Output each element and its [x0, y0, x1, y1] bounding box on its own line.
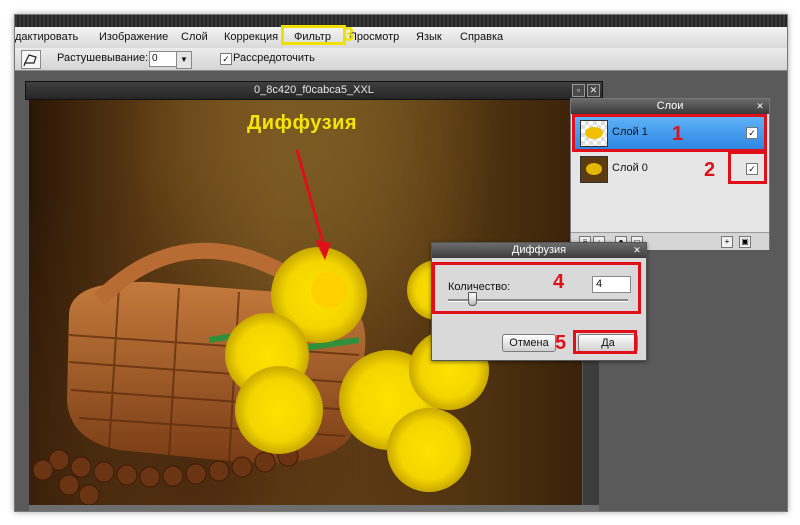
- filter-name-caption: Диффузия: [247, 112, 358, 134]
- menu-adjustments[interactable]: Коррекция: [224, 27, 278, 48]
- step-5-label: 5: [555, 332, 567, 354]
- menu-layer[interactable]: Слой: [181, 27, 208, 48]
- step-4-label: 4: [553, 271, 565, 293]
- menu-bar: дактировать Изображение Слой Коррекция Ф…: [15, 27, 787, 49]
- layer-name: Слой 0: [612, 162, 648, 174]
- layers-title-text: Слои: [656, 100, 684, 112]
- feather-dropdown-button[interactable]: ▼: [176, 51, 192, 69]
- chevron-down-icon: ▼: [180, 55, 188, 64]
- new-layer-icon[interactable]: +: [721, 236, 733, 248]
- document-title: 0_8c420_f0cabca5_XXL: [254, 84, 374, 96]
- trash-icon[interactable]: ▣: [739, 236, 751, 248]
- bead-string: [32, 445, 299, 505]
- document-title-bar: 0_8c420_f0cabca5_XXL ▫ ✕: [25, 81, 603, 100]
- lasso-tool-icon[interactable]: [21, 50, 41, 69]
- layers-panel-title: Слои ✕: [571, 99, 769, 114]
- cancel-button[interactable]: Отмена: [502, 334, 556, 352]
- dialog-title-bar: Диффузия ✕: [432, 243, 646, 258]
- dialog-title: Диффузия: [511, 244, 567, 256]
- step-1-label: 1: [672, 123, 684, 145]
- tool-options-bar: Растушевывание: 0 ▼ ✓ Рассредоточить: [15, 48, 787, 71]
- menu-language[interactable]: Язык: [416, 27, 442, 48]
- maximize-icon[interactable]: ▫: [572, 84, 585, 97]
- close-icon[interactable]: ✕: [587, 84, 600, 97]
- close-icon[interactable]: ✕: [632, 245, 642, 255]
- feather-input[interactable]: 0: [149, 51, 177, 67]
- feather-label: Растушевывание:: [57, 52, 149, 64]
- step-2-label: 2: [704, 159, 716, 181]
- app-window: дактировать Изображение Слой Коррекция Ф…: [14, 14, 788, 512]
- menu-help[interactable]: Справка: [460, 27, 503, 48]
- horizontal-scrollbar[interactable]: [29, 505, 599, 511]
- filter-menu-highlight: [281, 25, 346, 45]
- ok-button-highlight: [573, 330, 637, 354]
- window-top-strip: [15, 15, 787, 27]
- menu-view[interactable]: Просмотр: [349, 27, 399, 48]
- step-3-label: 3: [343, 24, 355, 46]
- menu-image[interactable]: Изображение: [99, 27, 168, 48]
- layer-1-highlight: [572, 114, 767, 152]
- close-icon[interactable]: ✕: [755, 101, 765, 111]
- pointer-arrow-icon: [295, 149, 331, 260]
- menu-edit[interactable]: дактировать: [15, 27, 78, 48]
- amount-highlight: [432, 262, 641, 314]
- refine-label: Рассредоточить: [233, 52, 315, 64]
- visibility-highlight: [728, 151, 767, 184]
- layer-thumbnail: [580, 156, 608, 183]
- refine-checkbox[interactable]: ✓: [220, 53, 232, 65]
